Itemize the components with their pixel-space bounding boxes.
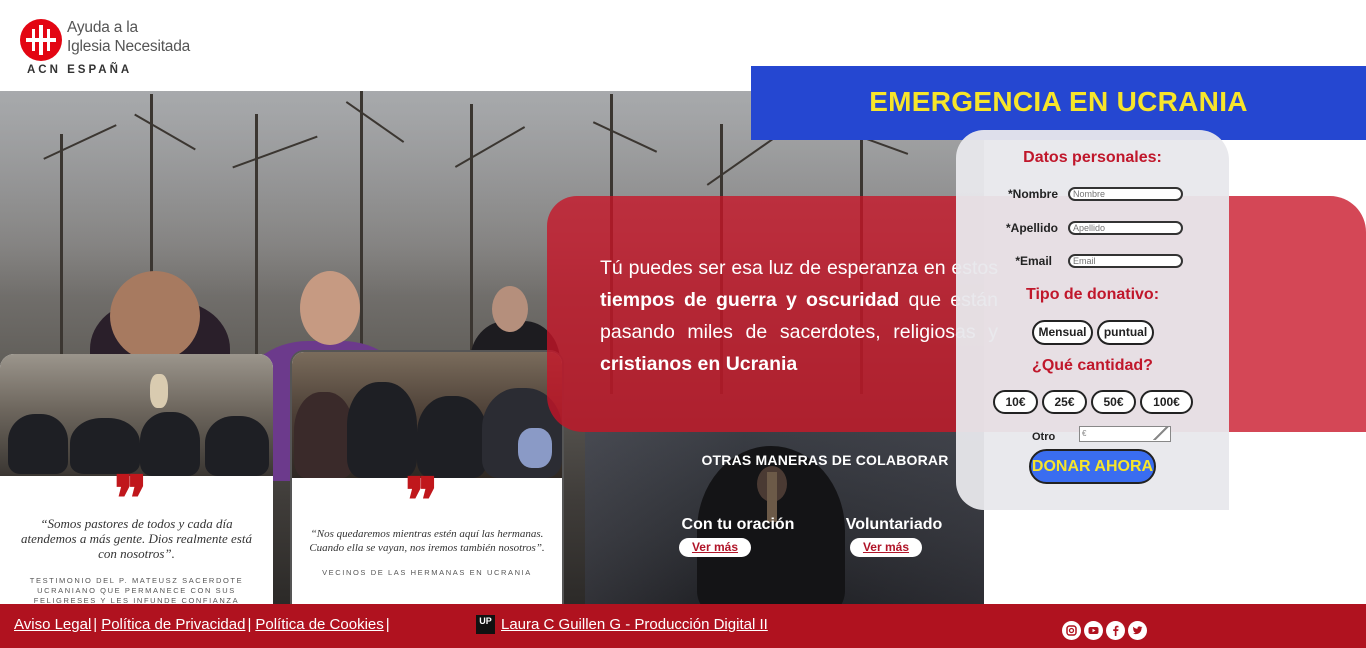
other-amount-placeholder: € bbox=[1082, 429, 1087, 438]
logo-name-line1: Ayuda a la bbox=[67, 19, 138, 36]
acn-logo[interactable]: Ayuda a la Iglesia Necesitada ACN ESPAÑA bbox=[18, 16, 218, 82]
surname-input[interactable] bbox=[1068, 221, 1183, 235]
university-logo: UP bbox=[476, 615, 495, 634]
testimonial-quote: “Nos quedaremos mientras estén aquí las … bbox=[309, 528, 545, 554]
emergency-title: EMERGENCIA EN UCRANIA bbox=[869, 86, 1248, 117]
hope-message: Tú puedes ser esa luz de esperanza en es… bbox=[600, 252, 998, 380]
hope-message-part1: Tú puedes ser esa luz de esperanza en es… bbox=[600, 257, 998, 279]
donation-type-heading: Tipo de donativo: bbox=[1025, 286, 1160, 303]
footer-separator: | bbox=[93, 616, 98, 633]
donate-now-button[interactable]: DONAR AHORA bbox=[1029, 449, 1156, 484]
amount-heading: ¿Qué cantidad? bbox=[1032, 357, 1153, 374]
amount-50-option[interactable]: 50€ bbox=[1091, 390, 1136, 414]
logo-subtitle: ACN ESPAÑA bbox=[27, 64, 133, 76]
chapel-photo bbox=[0, 354, 273, 476]
hope-message-bold2: cristianos en Ucrania bbox=[600, 353, 798, 375]
other-amount-label: Otro bbox=[1032, 431, 1056, 443]
facebook-icon[interactable] bbox=[1106, 621, 1125, 640]
amount-10-option[interactable]: 10€ bbox=[993, 390, 1038, 414]
footer-separator: | bbox=[385, 616, 390, 633]
email-label: *Email bbox=[1015, 254, 1052, 268]
prayer-label: Con tu oración bbox=[681, 516, 795, 533]
instagram-icon[interactable] bbox=[1062, 621, 1081, 640]
twitter-icon[interactable] bbox=[1128, 621, 1147, 640]
other-ways-title: OTRAS MANERAS DE COLABORAR bbox=[701, 452, 949, 468]
volunteer-label: Voluntariado bbox=[845, 516, 943, 533]
shelter-photo bbox=[292, 352, 562, 478]
prayer-more-button[interactable]: Ver más bbox=[679, 538, 751, 557]
testimonial-caption: TESTIMONIO DEL P. MATEUSZ SACERDOTE UCRA… bbox=[29, 576, 244, 604]
acn-cross-icon bbox=[20, 19, 62, 61]
email-input[interactable] bbox=[1068, 254, 1183, 268]
university-logo-text: UP bbox=[479, 616, 492, 626]
hope-message-bold1: tiempos de guerra y oscuridad bbox=[600, 289, 900, 311]
monthly-option[interactable]: Mensual bbox=[1032, 320, 1093, 345]
one-time-option[interactable]: puntual bbox=[1097, 320, 1154, 345]
testimonial-card: ❞ “Nos quedaremos mientras estén aquí la… bbox=[290, 350, 564, 604]
cookie-policy-link[interactable]: Política de Cookies bbox=[255, 616, 383, 633]
footer-links: Aviso Legal | Política de Privacidad | Polít… bbox=[14, 616, 394, 633]
logo-name-line2: Iglesia Necesitada bbox=[67, 38, 191, 55]
name-label: *Nombre bbox=[1007, 187, 1058, 201]
amount-100-option[interactable]: 100€ bbox=[1140, 390, 1193, 414]
privacy-policy-link[interactable]: Política de Privacidad bbox=[101, 616, 245, 633]
other-amount-input[interactable]: € bbox=[1079, 426, 1171, 442]
logo-name: Ayuda a la Iglesia Necesitada bbox=[67, 18, 190, 56]
youtube-icon[interactable] bbox=[1084, 621, 1103, 640]
testimonial-quote: “Somos pastores de todos y cada día aten… bbox=[21, 516, 252, 561]
surname-label: *Apellido bbox=[1005, 221, 1058, 235]
amount-25-option[interactable]: 25€ bbox=[1042, 390, 1087, 414]
resize-grip-icon[interactable] bbox=[1153, 426, 1169, 440]
author-credit-link[interactable]: Laura C Guillen G - Producción Digital I… bbox=[501, 616, 768, 633]
testimonial-caption: VECINOS DE LAS HERMANAS EN UCRANIA bbox=[322, 568, 532, 577]
legal-notice-link[interactable]: Aviso Legal bbox=[14, 616, 91, 633]
footer-separator: | bbox=[247, 616, 252, 633]
testimonial-card: ❞ “Somos pastores de todos y cada día at… bbox=[0, 354, 273, 604]
quote-mark-icon: ❞ bbox=[405, 464, 439, 537]
personal-data-heading: Datos personales: bbox=[1023, 149, 1162, 166]
name-input[interactable] bbox=[1068, 187, 1183, 201]
volunteer-more-button[interactable]: Ver más bbox=[850, 538, 922, 557]
